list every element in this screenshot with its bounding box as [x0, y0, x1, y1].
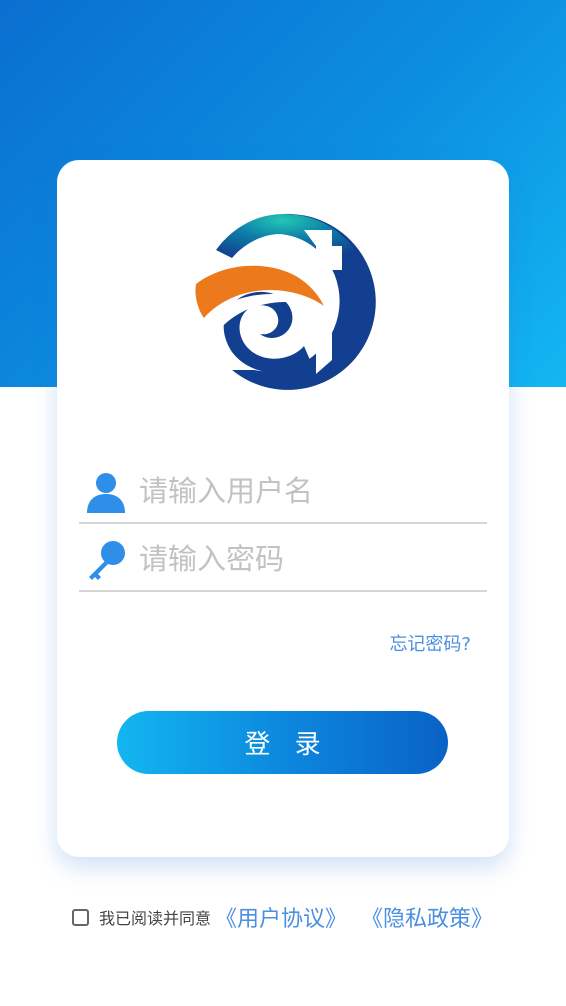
agreement-prefix-text: 我已阅读并同意	[99, 909, 212, 928]
login-button[interactable]: 登 录	[117, 711, 448, 774]
username-field	[79, 462, 487, 524]
login-card: 忘记密码? 登 录	[57, 160, 509, 857]
user-icon	[87, 473, 125, 513]
key-icon	[89, 541, 125, 580]
password-field	[79, 530, 487, 592]
username-input[interactable]	[139, 468, 469, 514]
password-input[interactable]	[139, 536, 469, 582]
company-logo-icon	[195, 213, 376, 390]
agreement-row: 我已阅读并同意 《用户协议》 《隐私政策》	[72, 902, 507, 932]
user-agreement-link[interactable]: 《用户协议》	[215, 901, 347, 933]
forgot-password-link[interactable]: 忘记密码?	[389, 630, 471, 656]
privacy-policy-link[interactable]: 《隐私政策》	[361, 901, 493, 933]
agreement-checkbox[interactable]	[72, 908, 89, 926]
